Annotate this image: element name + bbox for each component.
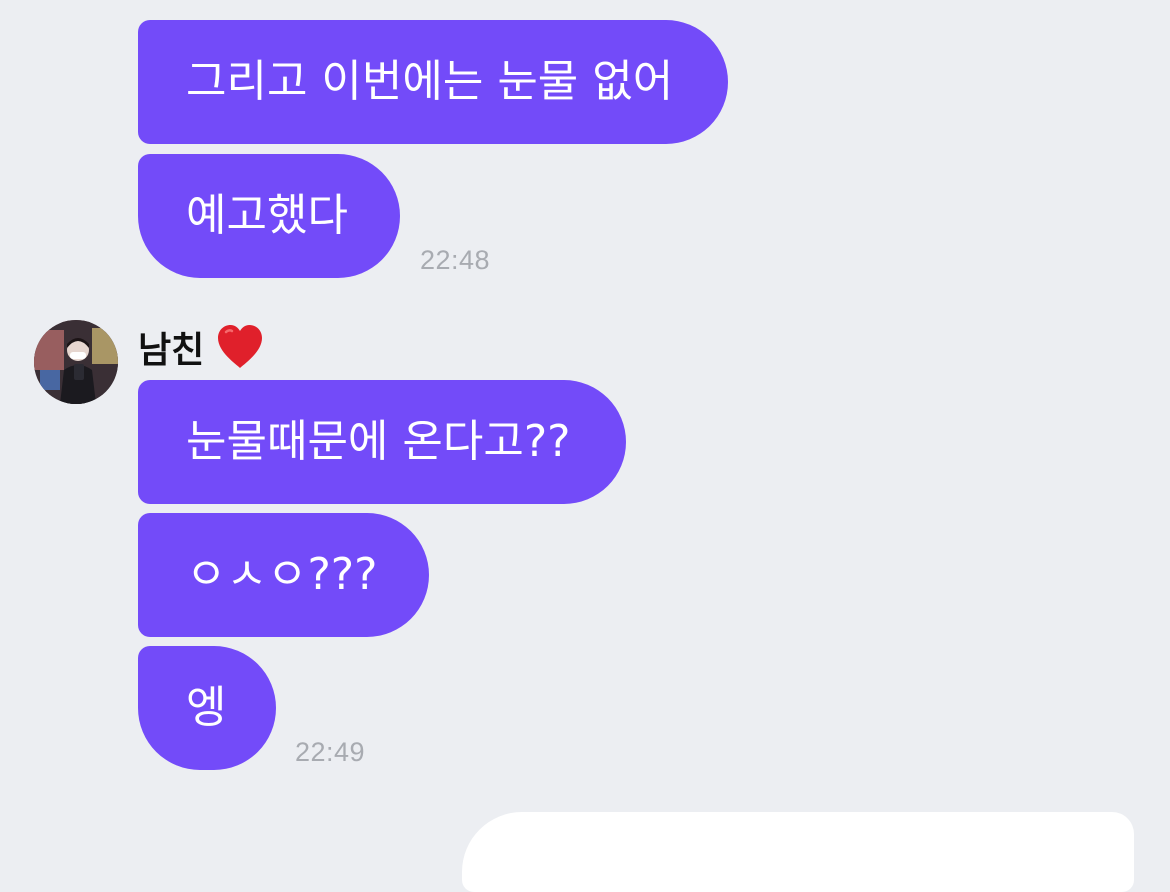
message-text: 엥 — [186, 682, 227, 733]
message-text: 예고했다 — [186, 190, 348, 241]
message-bubble[interactable]: 예고했다 — [138, 154, 400, 278]
message-bubble[interactable]: 그리고 이번에는 눈물 없어 — [138, 20, 728, 144]
avatar-photo — [34, 320, 118, 404]
sender-name: 남친 — [138, 330, 205, 371]
message-timestamp: 22:48 — [420, 245, 491, 275]
message-bubble[interactable]: 눈물때문에 온다고?? — [138, 380, 626, 504]
message-bubble[interactable]: ㅇㅅㅇ??? — [138, 513, 429, 637]
heart-icon — [216, 324, 264, 370]
message-text: 눈물때문에 온다고?? — [186, 416, 571, 467]
sender-avatar[interactable] — [34, 320, 118, 404]
sender-header: 남친 — [138, 322, 264, 372]
message-timestamp: 22:49 — [295, 737, 366, 767]
message-bubble[interactable]: 엥 — [138, 646, 276, 770]
message-text: 그리고 이번에는 눈물 없어 — [186, 56, 674, 107]
outgoing-message-bubble[interactable] — [462, 812, 1134, 892]
message-text: ㅇㅅㅇ??? — [186, 549, 378, 600]
